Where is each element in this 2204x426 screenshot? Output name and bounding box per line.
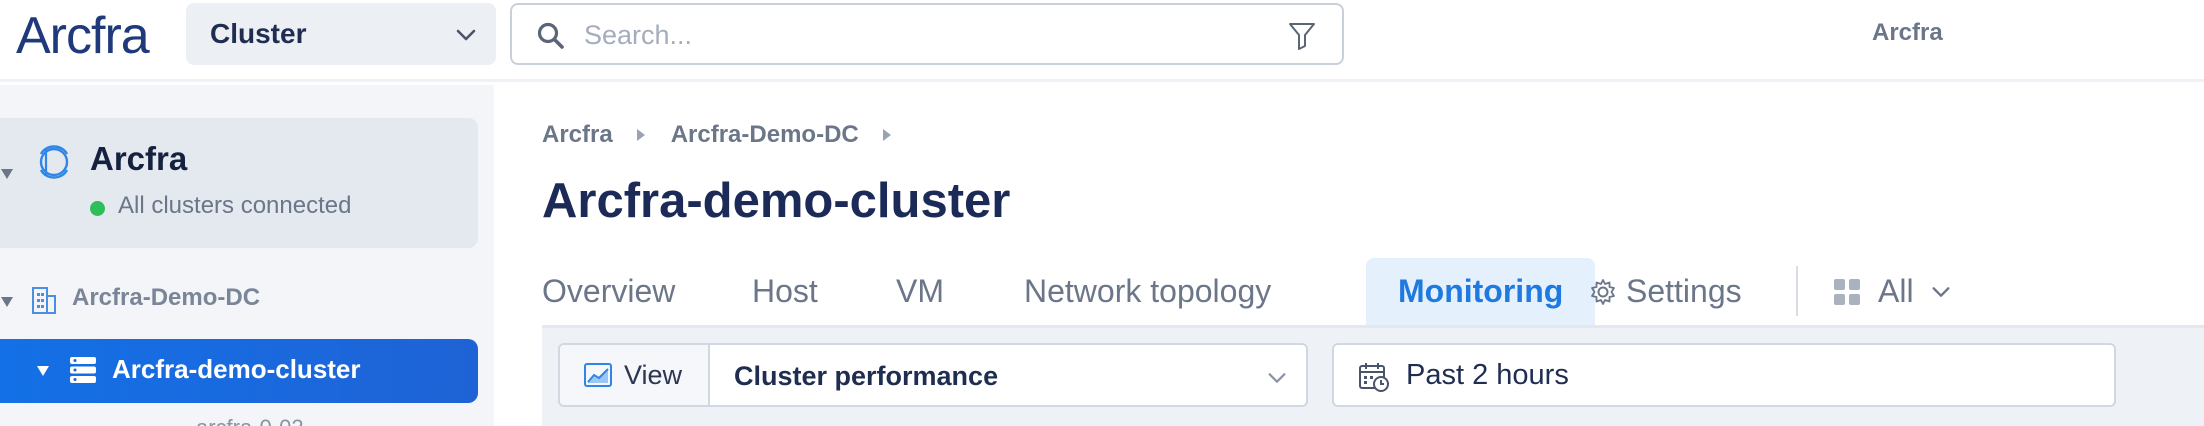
status-dot-icon bbox=[90, 201, 105, 216]
time-range-select[interactable]: Past 2 hours bbox=[1332, 343, 2116, 407]
tree-root-item[interactable]: Arcfra All clusters connected bbox=[0, 118, 478, 248]
filter-icon[interactable] bbox=[1288, 21, 1316, 51]
breadcrumb-separator-icon bbox=[636, 129, 645, 141]
scope-select-value: Cluster bbox=[210, 18, 307, 49]
breadcrumb-item[interactable]: Arcfra bbox=[542, 121, 613, 149]
chevron-down-icon bbox=[456, 29, 476, 41]
view-selector[interactable]: View Cluster performance bbox=[558, 343, 1308, 407]
grid-icon bbox=[1834, 278, 1860, 305]
tab-divider bbox=[1796, 266, 1798, 316]
caret-down-icon[interactable] bbox=[36, 365, 50, 377]
view-button[interactable]: View bbox=[560, 345, 710, 405]
sidebar-tree: Arcfra All clusters connected Arcfra-Dem… bbox=[0, 85, 494, 426]
chevron-down-icon bbox=[1932, 286, 1950, 297]
view-select-value: Cluster performance bbox=[734, 361, 999, 391]
top-bar: Arcfra Cluster Search... Arcfra bbox=[0, 0, 2204, 82]
chevron-down-icon bbox=[1268, 373, 1286, 383]
tab-all-dropdown[interactable]: All bbox=[1832, 258, 1952, 325]
tab-host[interactable]: Host bbox=[752, 258, 818, 325]
arcfra-cloud-icon bbox=[39, 145, 69, 179]
tab-all-label: All bbox=[1878, 273, 1914, 309]
sidebar-item-cluster[interactable]: Arcfra-demo-cluster bbox=[0, 339, 478, 403]
tab-monitoring[interactable]: Monitoring bbox=[1366, 258, 1596, 325]
search-input[interactable]: Search... bbox=[510, 3, 1344, 65]
search-icon bbox=[537, 22, 564, 49]
search-placeholder: Search... bbox=[584, 20, 693, 50]
calendar-clock-icon bbox=[1359, 363, 1389, 392]
caret-down-icon[interactable] bbox=[0, 296, 14, 308]
view-button-label: View bbox=[624, 360, 683, 390]
monitoring-toolbar: View Cluster performance Past 2 hours bbox=[542, 328, 2204, 426]
time-range-value: Past 2 hours bbox=[1406, 359, 1569, 391]
page-title: Arcfra-demo-cluster bbox=[542, 174, 1011, 228]
app-logo[interactable]: Arcfra bbox=[16, 6, 150, 66]
tab-overview[interactable]: Overview bbox=[542, 258, 675, 325]
tab-bar: Overview Host VM Network topology Monito… bbox=[542, 258, 2204, 328]
tab-settings-label: Settings bbox=[1626, 273, 1742, 309]
server-stack-icon bbox=[70, 357, 96, 383]
tree-root-title: Arcfra bbox=[90, 140, 188, 177]
tab-vm[interactable]: VM bbox=[896, 258, 944, 325]
gear-icon bbox=[1591, 278, 1615, 305]
sidebar-item-label: Arcfra-demo-cluster bbox=[112, 354, 361, 384]
breadcrumb-separator-icon bbox=[882, 129, 891, 141]
sidebar-item-label: Arcfra-Demo-DC bbox=[72, 284, 261, 311]
chart-view-icon bbox=[584, 363, 612, 387]
main-content: Arcfra Arcfra-Demo-DC Arcfra-demo-cluste… bbox=[494, 85, 2204, 426]
sidebar-item-host-partial[interactable]: arcfra-0-02 bbox=[196, 415, 304, 426]
scope-select[interactable]: Cluster bbox=[186, 3, 496, 65]
connection-status: All clusters connected bbox=[118, 192, 352, 219]
tab-settings[interactable]: Settings bbox=[1588, 258, 1742, 325]
tab-network-topology[interactable]: Network topology bbox=[1024, 258, 1271, 325]
sidebar-item-datacenter[interactable]: Arcfra-Demo-DC bbox=[0, 278, 480, 324]
user-menu[interactable]: Arcfra bbox=[1872, 19, 1943, 47]
building-icon bbox=[32, 287, 56, 314]
breadcrumb-item[interactable]: Arcfra-Demo-DC bbox=[671, 121, 859, 149]
caret-down-icon[interactable] bbox=[0, 168, 14, 180]
breadcrumb: Arcfra Arcfra-Demo-DC bbox=[542, 121, 917, 149]
